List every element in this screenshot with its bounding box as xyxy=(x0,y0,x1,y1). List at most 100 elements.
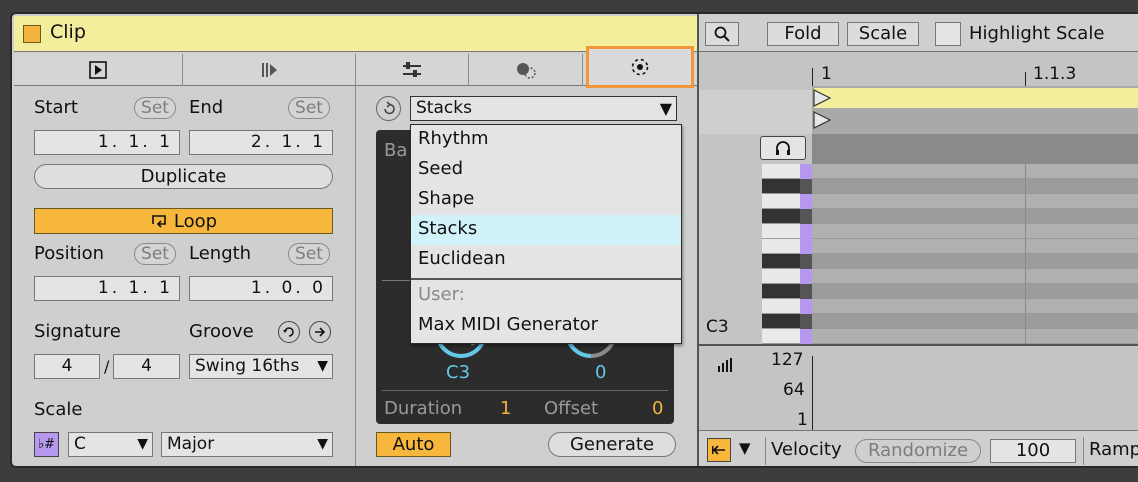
duplicate-button[interactable]: Duplicate xyxy=(34,164,333,189)
length-field[interactable]: 1. 0. 0 xyxy=(189,276,333,301)
scale-mode-value: Major xyxy=(167,434,215,454)
loop-start-marker[interactable] xyxy=(812,88,834,132)
piano-key[interactable] xyxy=(762,239,800,254)
velocity-axis xyxy=(812,356,813,430)
piano-key[interactable] xyxy=(762,179,800,194)
preview-button[interactable] xyxy=(760,136,806,160)
lane-mode-button[interactable] xyxy=(707,438,731,462)
chevron-down-icon: ▼ xyxy=(317,436,328,452)
piano-key[interactable] xyxy=(762,329,800,344)
offset-value[interactable]: 0 xyxy=(652,398,663,419)
tab-controls[interactable] xyxy=(356,54,469,86)
generator-menu: Rhythm Seed Shape Stacks Euclidean User:… xyxy=(410,124,682,344)
separator xyxy=(382,390,668,391)
menu-item-euclidean[interactable]: Euclidean xyxy=(411,245,681,275)
offset-knob-value: 0 xyxy=(595,362,607,383)
generator-select-value: Stacks xyxy=(416,98,472,118)
grid-row xyxy=(812,209,1138,224)
position-field[interactable]: 1. 1. 1 xyxy=(34,276,180,301)
piano-key[interactable] xyxy=(762,314,800,329)
tab-generate[interactable] xyxy=(586,46,694,88)
generate-button[interactable]: Generate xyxy=(548,432,676,457)
menu-item-max-midi-generator[interactable]: Max MIDI Generator xyxy=(411,311,681,341)
note-grid[interactable] xyxy=(812,164,1138,344)
signature-numerator[interactable]: 4 xyxy=(34,354,100,379)
end-set-button[interactable]: Set xyxy=(288,97,330,119)
clip-tabs xyxy=(14,46,697,88)
scale-mode-toggle[interactable]: ♭# xyxy=(34,432,59,457)
length-set-button[interactable]: Set xyxy=(288,243,330,265)
panel-divider xyxy=(355,86,356,466)
loop-button[interactable]: Loop xyxy=(34,208,333,234)
duration-label: Duration xyxy=(384,398,463,419)
clip-color-swatch[interactable] xyxy=(23,25,41,43)
scale-mode-select[interactable]: Major ▼ xyxy=(161,432,333,457)
end-label: End xyxy=(189,97,224,118)
search-icon xyxy=(714,26,730,42)
piano-key[interactable] xyxy=(762,284,800,299)
scale-button[interactable]: Scale xyxy=(847,22,919,46)
groove-pool-button[interactable] xyxy=(309,321,331,343)
grid-row xyxy=(812,164,1138,179)
chevron-down-icon[interactable]: ▼ xyxy=(739,439,751,457)
scale-key-marker xyxy=(800,224,812,239)
highlight-scale-toggle[interactable] xyxy=(935,22,961,46)
key-label-c3: C3 xyxy=(706,317,729,337)
time-ruler[interactable]: 1 1.1.3 xyxy=(699,52,1138,90)
separator xyxy=(382,280,412,281)
scale-key-marker xyxy=(800,194,812,209)
clip-view: Clip Start Set End Set 1. 1. 1 2. 1. 1 D… xyxy=(10,12,1138,468)
zoom-button[interactable] xyxy=(705,22,739,46)
fold-button[interactable]: Fold xyxy=(767,22,839,46)
start-set-button[interactable]: Set xyxy=(134,97,176,119)
scale-key-marker xyxy=(800,329,812,344)
velocity-lane[interactable]: 127 64 1 xyxy=(699,344,1138,430)
generator-reset-button[interactable] xyxy=(376,96,401,121)
velocity-value-field[interactable]: 100 xyxy=(990,439,1076,463)
signature-label: Signature xyxy=(34,321,121,342)
piano-key[interactable] xyxy=(762,269,800,284)
piano-keys[interactable] xyxy=(762,164,812,344)
auto-button[interactable]: Auto xyxy=(376,432,451,457)
scale-key-marker xyxy=(800,209,812,224)
tab-transform[interactable] xyxy=(469,54,583,86)
highlight-scale-label: Highlight Scale xyxy=(969,23,1105,44)
menu-item-shape[interactable]: Shape xyxy=(411,185,681,215)
piano-key[interactable] xyxy=(762,224,800,239)
menu-divider xyxy=(411,278,681,280)
grid-row xyxy=(812,194,1138,209)
generator-select[interactable]: Stacks ▼ xyxy=(410,96,677,121)
piano-key[interactable] xyxy=(762,299,800,314)
tab-clip[interactable] xyxy=(14,54,183,86)
tab-warp[interactable] xyxy=(183,54,356,86)
position-set-button[interactable]: Set xyxy=(134,243,176,265)
scale-key-marker xyxy=(800,269,812,284)
duration-value[interactable]: 1 xyxy=(500,398,511,419)
scale-root-select[interactable]: C ▼ xyxy=(68,432,153,457)
generator-panel-label: Ba xyxy=(384,140,408,161)
clip-region[interactable] xyxy=(814,88,1138,108)
piano-key[interactable] xyxy=(762,164,800,179)
length-label: Length xyxy=(189,243,252,264)
groove-select[interactable]: Swing 16ths ▼ xyxy=(189,354,333,379)
signature-denominator[interactable]: 4 xyxy=(113,354,180,379)
end-field[interactable]: 2. 1. 1 xyxy=(189,130,333,155)
piano-key[interactable] xyxy=(762,194,800,209)
loop-icon xyxy=(152,215,166,228)
menu-section-user: User: xyxy=(418,284,465,305)
piano-key[interactable] xyxy=(762,209,800,224)
ruler-label-1: 1 xyxy=(821,64,832,84)
randomize-button[interactable]: Randomize xyxy=(855,439,981,463)
menu-item-seed[interactable]: Seed xyxy=(411,155,681,185)
menu-item-rhythm[interactable]: Rhythm xyxy=(411,125,681,155)
grid-row xyxy=(812,269,1138,284)
menu-item-stacks[interactable]: Stacks xyxy=(411,215,681,245)
start-field[interactable]: 1. 1. 1 xyxy=(34,130,180,155)
ramp-label[interactable]: Ramp xyxy=(1089,439,1138,460)
editor-bottom-bar: ▼ Velocity Randomize 100 Ramp xyxy=(699,430,1138,466)
scale-key-marker xyxy=(800,254,812,269)
grid-row xyxy=(812,299,1138,314)
groove-hot-swap-button[interactable] xyxy=(278,321,300,343)
piano-key[interactable] xyxy=(762,254,800,269)
separator xyxy=(1083,437,1084,465)
